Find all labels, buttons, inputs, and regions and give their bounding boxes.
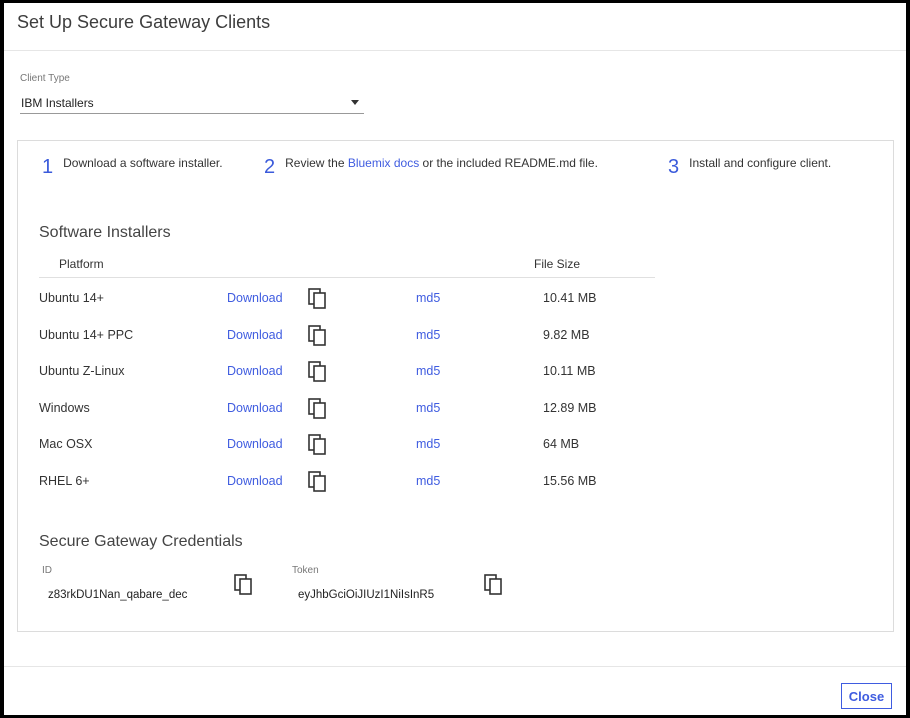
- copy-icon: [308, 288, 326, 309]
- credentials-title: Secure Gateway Credentials: [39, 533, 243, 550]
- file-size: 10.41 MB: [543, 291, 597, 305]
- table-row: Ubuntu 14+ PPC Download md5 9.82 MB: [39, 318, 659, 354]
- copy-download-link-button[interactable]: [307, 360, 329, 384]
- platform-name: Ubuntu Z-Linux: [39, 364, 125, 379]
- column-platform: Platform: [59, 257, 104, 271]
- table-row: Ubuntu Z-Linux Download md5 10.11 MB: [39, 354, 659, 390]
- md5-link[interactable]: md5: [416, 328, 440, 342]
- download-link[interactable]: Download: [227, 437, 283, 451]
- md5-link[interactable]: md5: [416, 364, 440, 378]
- copy-token-button[interactable]: [483, 573, 505, 597]
- download-link[interactable]: Download: [227, 474, 283, 488]
- copy-download-link-button[interactable]: [307, 287, 329, 311]
- client-type-label: Client Type: [20, 73, 70, 84]
- file-size: 64 MB: [543, 437, 580, 452]
- step-1: 1 Download a software installer.: [42, 153, 223, 178]
- platform-name: Ubuntu 14+ PPC: [39, 327, 134, 342]
- copy-download-link-button[interactable]: [307, 470, 329, 494]
- id-label: ID: [42, 565, 52, 576]
- bluemix-docs-link[interactable]: Bluemix docs: [348, 156, 419, 170]
- copy-icon: [234, 574, 252, 595]
- copy-download-link-button[interactable]: [307, 433, 329, 457]
- download-link[interactable]: Download: [227, 291, 283, 305]
- copy-icon: [484, 574, 502, 595]
- md5-link[interactable]: md5: [416, 401, 440, 415]
- table-row: Ubuntu 14+ Download md5 10.41 MB: [39, 281, 659, 317]
- client-type-select[interactable]: IBM Installers: [20, 91, 364, 114]
- id-value[interactable]: z83rkDU1Nan_qabare_dec: [48, 589, 218, 601]
- download-link[interactable]: Download: [227, 328, 283, 342]
- file-size: 10.11 MB: [543, 364, 596, 379]
- md5-link[interactable]: md5: [416, 437, 440, 451]
- step-text-prefix: Review the: [285, 156, 348, 170]
- file-size: 9.82 MB: [543, 327, 590, 342]
- file-size: 15.56 MB: [543, 474, 597, 488]
- close-button[interactable]: Close: [841, 683, 892, 709]
- platform-name: RHEL 6+: [39, 474, 90, 488]
- installers-table-header: Platform File Size: [39, 255, 655, 278]
- copy-id-button[interactable]: [233, 573, 255, 597]
- step-number: 1: [42, 156, 54, 178]
- dialog-title: Set Up Secure Gateway Clients: [17, 12, 271, 32]
- chevron-down-icon: [351, 100, 359, 105]
- token-value[interactable]: eyJhbGciOiJIUzI1NiIsInR5: [298, 589, 468, 601]
- installers-title: Software Installers: [39, 224, 171, 241]
- table-row: Windows Download md5 12.89 MB: [39, 391, 659, 427]
- copy-icon: [308, 471, 326, 492]
- table-row: RHEL 6+ Download md5 15.56 MB: [39, 464, 659, 500]
- column-file-size: File Size: [534, 257, 581, 271]
- step-2: 2 Review the Bluemix docs or the included…: [264, 153, 598, 178]
- md5-link[interactable]: md5: [416, 474, 440, 488]
- platform-name: Windows: [39, 400, 90, 415]
- step-number: 2: [264, 156, 276, 178]
- md5-link[interactable]: md5: [416, 291, 440, 305]
- download-link[interactable]: Download: [227, 364, 283, 378]
- footer-divider: [4, 666, 906, 667]
- step-text: Review the Bluemix docs or the included …: [285, 153, 598, 170]
- table-row: Mac OSX Download md5 64 MB: [39, 427, 659, 463]
- copy-download-link-button[interactable]: [307, 397, 329, 421]
- header-divider: [4, 50, 906, 51]
- token-label: Token: [292, 565, 319, 576]
- step-3: 3 Install and configure client.: [668, 153, 832, 178]
- platform-name: Ubuntu 14+: [39, 291, 104, 305]
- setup-dialog: Set Up Secure Gateway Clients Client Typ…: [4, 3, 906, 715]
- setup-panel: 1 Download a software installer. 2 Review …: [17, 140, 894, 632]
- download-link[interactable]: Download: [227, 401, 283, 415]
- copy-icon: [308, 397, 326, 419]
- steps: 1 Download a software installer. 2 Review …: [18, 141, 893, 191]
- platform-name: Mac OSX: [39, 437, 93, 452]
- client-type-value: IBM Installers: [21, 96, 94, 110]
- file-size: 12.89 MB: [543, 400, 597, 415]
- copy-download-link-button[interactable]: [307, 324, 329, 348]
- copy-icon: [308, 434, 326, 456]
- step-text-suffix: or the included README.md file.: [419, 156, 598, 170]
- copy-icon: [308, 361, 326, 382]
- step-text: Install and configure client.: [689, 156, 832, 170]
- step-number: 3: [668, 156, 680, 178]
- copy-icon: [308, 324, 326, 346]
- step-text: Download a software installer.: [63, 156, 223, 170]
